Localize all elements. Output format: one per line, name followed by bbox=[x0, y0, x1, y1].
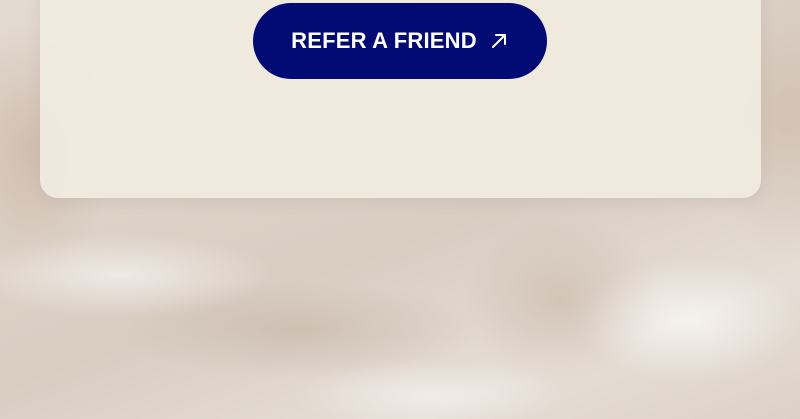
refer-a-friend-button[interactable]: REFER A FRIEND bbox=[253, 3, 547, 79]
refer-a-friend-label: REFER A FRIEND bbox=[291, 28, 477, 53]
arrow-up-right-icon bbox=[489, 31, 509, 51]
